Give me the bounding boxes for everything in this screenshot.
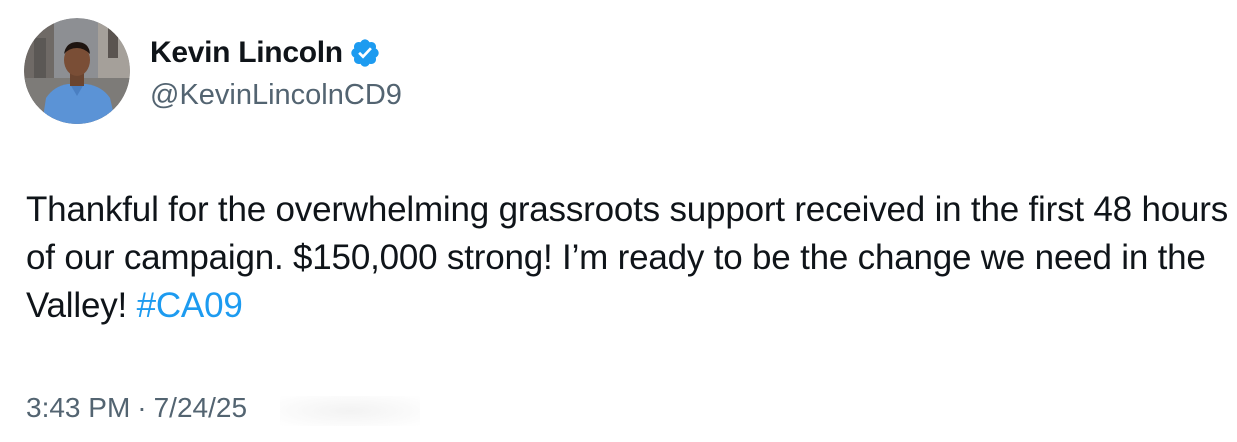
tweet-metadata: 3:43 PM · 7/24/25: [26, 392, 247, 424]
name-row: Kevin Lincoln: [150, 33, 402, 73]
hashtag-link[interactable]: #CA09: [137, 286, 243, 325]
avatar[interactable]: [24, 18, 130, 124]
tweet-card: Kevin Lincoln @KevinLincolnCD9 Thankful …: [0, 0, 1237, 442]
tweet-text: Thankful for the overwhelming grassroots…: [26, 186, 1231, 330]
author-names: Kevin Lincoln @KevinLincolnCD9: [150, 33, 402, 112]
verified-badge-icon[interactable]: [349, 37, 381, 69]
display-name[interactable]: Kevin Lincoln: [150, 36, 343, 70]
meta-separator: ·: [137, 392, 147, 423]
tweet-time[interactable]: 3:43 PM: [26, 392, 130, 424]
author-handle[interactable]: @KevinLincolnCD9: [150, 79, 402, 112]
tweet-header: Kevin Lincoln @KevinLincolnCD9: [24, 18, 402, 124]
tweet-date[interactable]: 7/24/25: [154, 392, 247, 424]
redacted-area: [280, 396, 420, 426]
